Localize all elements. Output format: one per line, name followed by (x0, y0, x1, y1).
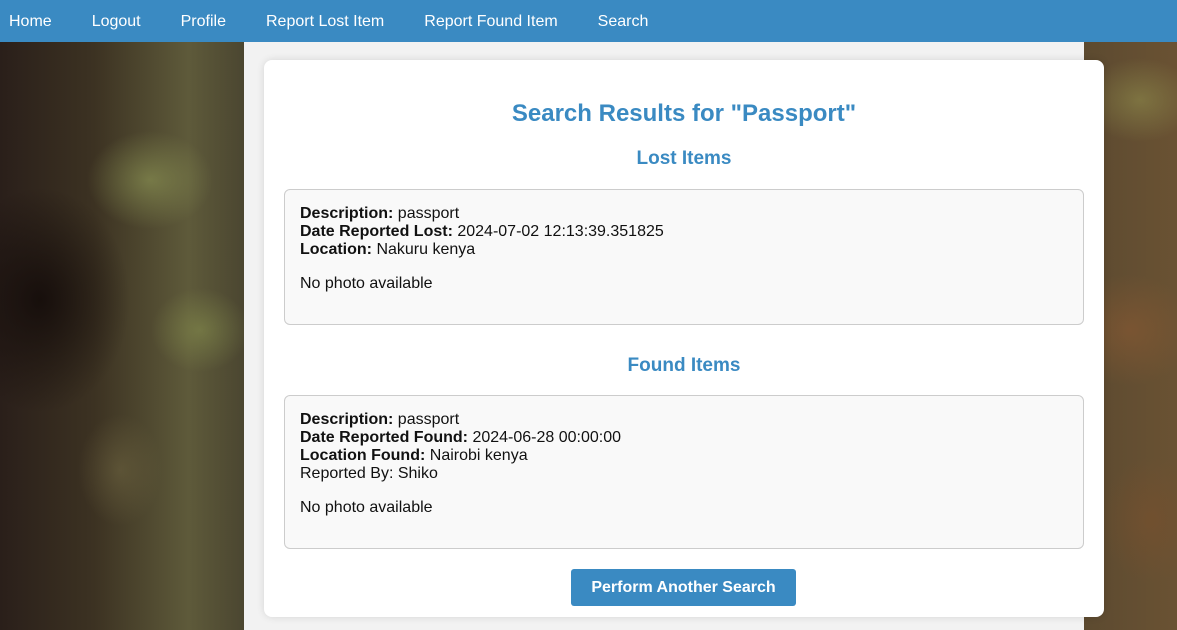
page-title: Search Results for "Passport" (511, 100, 857, 127)
top-navbar: Home Logout Profile Report Lost Item Rep… (0, 0, 1177, 42)
found-items-heading: Found Items (627, 355, 741, 376)
found-item-date-row: Date Reported Found: 2024-06-28 00:00:00 (300, 429, 1068, 447)
found-item-location-row: Location Found: Nairobi kenya (300, 447, 1068, 465)
lost-items-heading: Lost Items (636, 148, 732, 169)
nav-home-link[interactable]: Home (0, 3, 72, 40)
reported-by: Reported By: Shiko (300, 465, 438, 482)
nav-logout-link[interactable]: Logout (72, 3, 161, 40)
location-label: Location Found: (300, 447, 426, 464)
description-value: passport (397, 205, 460, 222)
description-value: passport (397, 411, 460, 428)
found-item-card: Description: passport Date Reported Foun… (284, 395, 1084, 549)
date-value: 2024-07-02 12:13:39.351825 (457, 223, 664, 240)
nav-search-link[interactable]: Search (578, 3, 669, 40)
nav-report-lost-link[interactable]: Report Lost Item (246, 3, 404, 40)
nav-report-found-link[interactable]: Report Found Item (404, 3, 577, 40)
date-label: Date Reported Lost: (300, 223, 453, 240)
photo-note: No photo available (300, 275, 433, 292)
results-card: Search Results for "Passport" Lost Items… (264, 60, 1104, 617)
lost-item-description-row: Description: passport (300, 205, 1068, 223)
lost-item-location-row: Location: Nakuru kenya (300, 241, 1068, 259)
perform-another-search-button[interactable]: Perform Another Search (571, 569, 796, 606)
lost-item-card: Description: passport Date Reported Lost… (284, 189, 1084, 325)
location-value: Nakuru kenya (376, 241, 476, 258)
date-label: Date Reported Found: (300, 429, 468, 446)
found-item-description-row: Description: passport (300, 411, 1068, 429)
photo-note: No photo available (300, 499, 433, 516)
nav-profile-link[interactable]: Profile (161, 3, 246, 40)
location-value: Nairobi kenya (429, 447, 528, 464)
date-value: 2024-06-28 00:00:00 (472, 429, 622, 446)
description-label: Description: (300, 205, 394, 222)
description-label: Description: (300, 411, 394, 428)
location-label: Location: (300, 241, 372, 258)
lost-item-date-row: Date Reported Lost: 2024-07-02 12:13:39.… (300, 223, 1068, 241)
